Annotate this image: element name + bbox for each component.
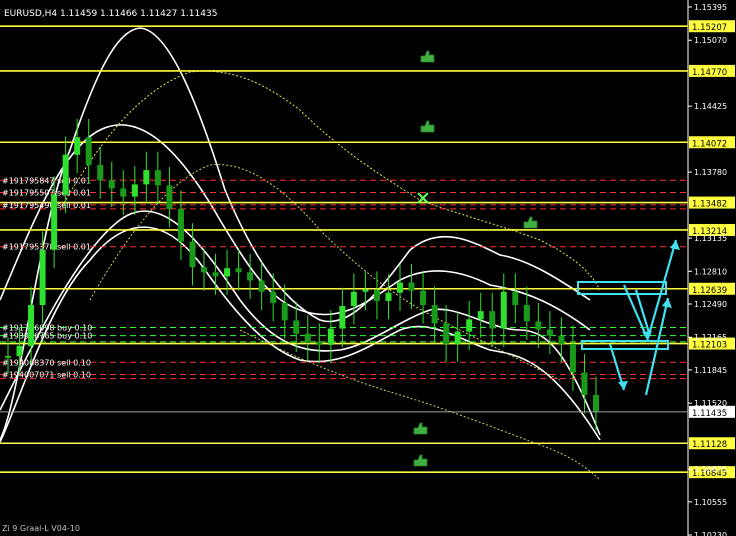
- candle-body-44: [512, 291, 519, 306]
- candle-body-35: [408, 282, 415, 291]
- candle-body-21: [247, 272, 254, 281]
- candle-body-29: [339, 306, 346, 329]
- candle-body-8: [97, 164, 104, 181]
- candle-body-12: [143, 170, 150, 185]
- current-price-label: 1.11435: [692, 409, 727, 419]
- price-tick-label-6: 1.12490: [694, 300, 727, 309]
- price-tick-label-3: 1.13780: [694, 168, 727, 177]
- candle-body-34: [397, 282, 403, 293]
- order-label-0: #191795847 sell 0.01: [2, 176, 91, 185]
- candle-body-10: [120, 188, 127, 197]
- candle-body-6: [74, 137, 81, 155]
- price-tick-label-12: 1.10230: [694, 531, 727, 536]
- candle-body-19: [224, 268, 231, 277]
- candle-body-32: [373, 289, 380, 301]
- price-tick-label-9: 1.11520: [694, 399, 727, 408]
- candle-body-28: [327, 328, 334, 345]
- indicator-label: Zi 9 Graal-L V04-10: [2, 524, 80, 533]
- candle-body-38: [443, 323, 450, 344]
- candle-body-11: [131, 184, 138, 197]
- candle-body-41: [477, 311, 484, 320]
- price-tick-label-8: 1.11845: [694, 366, 727, 375]
- price-tick-label-5: 1.12810: [694, 267, 727, 276]
- price-tick-label-1: 1.15070: [694, 36, 727, 45]
- price-tick-label-10: 1.10875: [694, 465, 727, 474]
- candle-body-36: [420, 290, 427, 306]
- price-tick-label-2: 1.14425: [694, 102, 727, 111]
- price-tick-label-11: 1.10555: [694, 498, 727, 507]
- price-tick-label-0: 1.15395: [694, 3, 727, 12]
- candle-body-33: [385, 292, 392, 301]
- price-tick-label-7: 1.12165: [694, 333, 727, 342]
- candle-body-13: [154, 170, 161, 186]
- level-label-2: 1.14072: [692, 139, 727, 149]
- level-label-3: 1.13482: [692, 200, 727, 210]
- candle-body-45: [523, 305, 530, 322]
- candle-body-15: [177, 208, 184, 242]
- plot-background: [0, 0, 688, 536]
- candle-body-16: [189, 241, 196, 268]
- order-label-1: #191795507 sell 0.01: [2, 189, 91, 198]
- candle-body-40: [466, 319, 473, 332]
- order-label-6: #193946765 buy 0.10: [2, 332, 92, 341]
- level-label-5: 1.12639: [692, 286, 727, 296]
- candle-body-2: [28, 305, 35, 346]
- candle-body-42: [489, 311, 496, 329]
- level-label-1: 1.14770: [692, 68, 727, 78]
- candle-body-18: [212, 272, 219, 277]
- candle-body-0: [5, 356, 11, 358]
- candle-body-7: [85, 137, 92, 165]
- candle-body-37: [431, 305, 438, 324]
- candle-body-26: [304, 333, 311, 342]
- candle-body-4: [51, 194, 58, 250]
- candle-body-20: [235, 268, 242, 273]
- candle-body-14: [166, 185, 173, 209]
- candle-body-5: [62, 154, 69, 195]
- price-chart[interactable]: 1.152071.147701.140721.134821.132141.126…: [0, 0, 736, 536]
- level-label-0: 1.15207: [692, 23, 727, 33]
- candle-body-23: [270, 291, 277, 303]
- candle-body-24: [281, 302, 288, 321]
- order-label-4: #191795378 sell 0.01: [2, 243, 91, 252]
- price-tick-label-4: 1.13135: [694, 234, 727, 243]
- candle-body-30: [350, 291, 357, 307]
- candle-body-27: [316, 341, 323, 345]
- candle-body-17: [201, 267, 207, 273]
- candle-body-31: [362, 289, 369, 292]
- candle-body-50: [581, 372, 588, 395]
- candle-body-49: [569, 343, 576, 373]
- candle-body-22: [258, 280, 265, 292]
- candle-body-39: [454, 331, 461, 344]
- candle-body-1: [16, 345, 23, 357]
- candle-body-51: [593, 394, 599, 412]
- candle-body-43: [500, 291, 507, 329]
- price-axis: 1.15395 1.15070 1.14425 1.13780 1.13135 1.128…: [688, 3, 727, 536]
- candle-body-3: [39, 249, 46, 306]
- candle-body-48: [558, 335, 565, 344]
- chart-root: 1.15207 1.14770 1.14072 1.13482 1.13214 1.126…: [0, 0, 736, 536]
- candle-body-25: [293, 320, 300, 334]
- candle-body-47: [546, 329, 553, 336]
- symbol-header: EURUSD,H4 1.11459 1.11466 1.11427 1.1143…: [4, 9, 217, 19]
- candle-body-9: [108, 180, 115, 189]
- candle-body-46: [535, 321, 542, 330]
- level-label-7: 1.11128: [692, 440, 727, 450]
- order-label-8: #194068370 sell 0.10: [2, 358, 91, 367]
